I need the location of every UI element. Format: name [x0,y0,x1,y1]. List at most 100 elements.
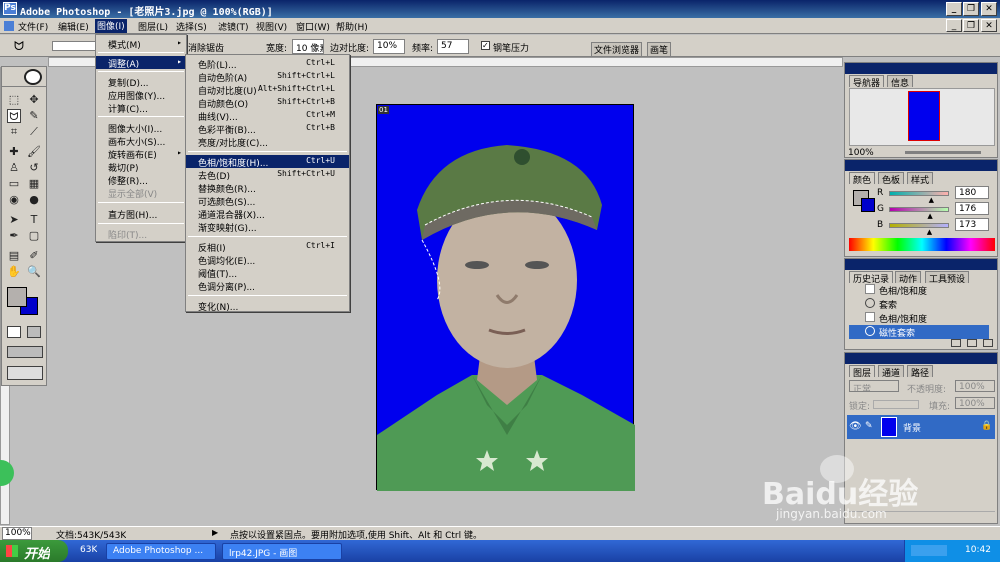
r-slider[interactable] [889,191,949,196]
hand-tool-icon[interactable]: ✋ [7,265,21,279]
marquee-tool-icon[interactable]: ⬚ [7,93,21,107]
pen-pressure-checkbox[interactable]: ✓ [481,41,490,50]
b-value-field[interactable]: 173 [955,218,989,231]
tab-styles[interactable]: 样式 [907,172,934,184]
type-tool-icon[interactable]: T [27,213,41,227]
notes-tool-icon[interactable]: ▤ [7,249,21,263]
standard-mode-icon[interactable] [7,326,21,338]
imageready-icon[interactable] [7,366,43,380]
quickmask-mode-icon[interactable] [27,326,41,338]
history-item[interactable]: 色相/饱和度 [849,311,989,325]
adjust-variations[interactable]: 变化(N)... [186,299,349,313]
brush-link-icon[interactable]: ✎ [865,421,873,431]
gradient-tool-icon[interactable]: ▦ [27,177,41,191]
crop-tool-icon[interactable]: ⌗ [7,125,21,139]
task-photoshop[interactable]: Adobe Photoshop ... [106,543,216,560]
path-select-icon[interactable]: ➤ [7,213,21,227]
foreground-color-swatch[interactable] [7,287,27,307]
tab-tool-presets[interactable]: 工具预设 [925,271,970,283]
menu-view[interactable]: 视图(V) [256,20,287,33]
menu-filter[interactable]: 滤镜(T) [218,20,249,33]
status-arrow-icon[interactable]: ▶ [212,528,218,537]
move-tool-icon[interactable]: ✥ [27,93,41,107]
adjust-channel-mixer[interactable]: 通道混合器(X)... [186,207,349,221]
adjust-auto-color[interactable]: 自动颜色(O) Shift+Ctrl+B [186,96,349,110]
blend-mode-select[interactable]: 正常 [849,380,899,392]
menu-edit[interactable]: 编辑(E) [58,20,89,33]
slice-tool-icon[interactable]: ⟋ [27,125,41,139]
zoom-tool-icon[interactable]: 🔍 [27,265,41,279]
image-menu-crop[interactable]: 裁切(P) [96,160,186,174]
tab-channels[interactable]: 通道 [878,365,905,377]
eyedropper-icon[interactable]: ✐ [27,249,41,263]
screen-mode-icons[interactable] [7,346,43,358]
lasso-tool-icon[interactable]: ᗢ [7,109,21,123]
doc-close-button[interactable]: ✕ [981,19,997,32]
tab-navigator[interactable]: 导航器 [849,75,885,87]
r-slider-thumb[interactable]: ▲ [929,196,934,204]
menu-layer[interactable]: 图层(L) [138,20,168,33]
adjust-equalize[interactable]: 色调均化(E)... [186,253,349,267]
image-menu-duplicate[interactable]: 复制(D)... [96,75,186,89]
adjust-curves[interactable]: 曲线(V)... Ctrl+M [186,109,349,123]
g-slider[interactable] [889,207,949,212]
history-item[interactable]: 色相/饱和度 [849,283,989,297]
tab-file-browser[interactable]: 文件浏览器 [591,42,643,57]
dodge-tool-icon[interactable]: ● [27,193,41,207]
adjust-auto-contrast[interactable]: 自动对比度(U) Alt+Shift+Ctrl+L [186,83,349,97]
history-item[interactable]: 套索 [849,297,989,311]
image-menu-trim[interactable]: 修整(R)... [96,173,186,187]
clock[interactable]: 10:42 [965,545,991,555]
history-brush-icon[interactable]: ↺ [27,161,41,175]
menu-help[interactable]: 帮助(H) [336,20,368,33]
width-field[interactable]: 10 像素 [292,39,324,54]
r-value-field[interactable]: 180 [955,186,989,199]
menu-image[interactable]: 图像(I) [95,19,127,33]
eye-icon[interactable]: 👁 [849,421,862,432]
navigator-zoom-slider[interactable] [905,151,981,154]
fill-field[interactable]: 100% [955,397,995,409]
history-delete-icon[interactable] [983,339,993,347]
lasso-tool-icon[interactable]: ᗢ [14,39,24,54]
tab-paths[interactable]: 路径 [907,365,934,377]
menu-file[interactable]: 文件(F) [18,20,48,33]
b-slider[interactable] [889,223,949,228]
eraser-tool-icon[interactable]: ▭ [7,177,21,191]
g-slider-thumb[interactable]: ▲ [927,212,932,220]
image-menu-image-size[interactable]: 图像大小(I)... [96,121,186,135]
color-bg-swatch[interactable] [861,198,875,212]
image-menu-histogram[interactable]: 直方图(H)... [96,207,186,221]
anti-alias-label[interactable]: 消除锯齿 [188,41,224,54]
image-menu-rotate-canvas[interactable]: 旋转画布(E) ▸ [96,147,186,161]
history-snapshot-icon[interactable] [951,339,961,347]
adjust-hue-saturation[interactable]: 色相/饱和度(H)... Ctrl+U [186,155,349,169]
image-menu-adjust[interactable]: 调整(A) ▸ [96,56,186,70]
tab-actions[interactable]: 动作 [895,271,922,283]
history-item-current[interactable]: 磁性套索 [849,325,989,339]
minimize-button[interactable]: _ [946,2,962,16]
history-new-doc-icon[interactable] [967,339,977,347]
brush-tool-icon[interactable]: 🖌 [27,145,41,159]
image-menu-canvas-size[interactable]: 画布大小(S)... [96,134,186,148]
menu-window[interactable]: 窗口(W) [296,20,330,33]
adjust-selective-color[interactable]: 可选颜色(S)... [186,194,349,208]
edge-contrast-field[interactable]: 10% [373,39,405,54]
tab-swatches[interactable]: 色板 [878,172,905,184]
healing-brush-icon[interactable]: ✚ [7,145,21,159]
selection-mode-icons[interactable] [52,41,96,51]
adjust-desaturate[interactable]: 去色(D) Shift+Ctrl+U [186,168,349,182]
image-menu-apply-image[interactable]: 应用图像(Y)... [96,88,186,102]
adjust-threshold[interactable]: 阈值(T)... [186,266,349,280]
layer-row-background[interactable]: 👁 ✎ 背景 🔒 [847,415,995,439]
status-zoom-field[interactable]: 100% [2,527,32,540]
adobe-eye-icon[interactable] [24,69,42,85]
frequency-field[interactable]: 57 [437,39,469,54]
magic-wand-icon[interactable]: ✎ [27,109,41,123]
maximize-button[interactable]: ❐ [963,2,979,16]
navigator-zoom-field[interactable]: 100% [848,148,874,158]
adjust-levels[interactable]: 色阶(L)... Ctrl+L [186,57,349,71]
adjust-replace-color[interactable]: 替换颜色(R)... [186,181,349,195]
adjust-gradient-map[interactable]: 渐变映射(G)... [186,220,349,234]
blur-tool-icon[interactable]: ◉ [7,193,21,207]
b-slider-thumb[interactable]: ▲ [927,228,932,236]
